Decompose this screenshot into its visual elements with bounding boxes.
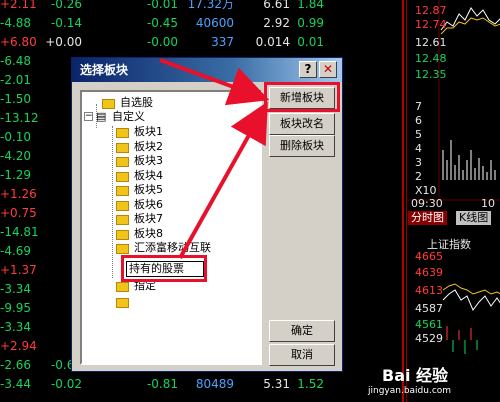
tree-label: 板块3 bbox=[134, 154, 163, 167]
index-tick-5: 4561 bbox=[415, 318, 443, 331]
close-button[interactable]: ✕ bbox=[319, 61, 337, 78]
cancel-button[interactable]: 取消 bbox=[269, 344, 335, 366]
chart-tabs: 分时图 K线图 bbox=[408, 211, 500, 225]
price-tick-1: 12.87 bbox=[415, 4, 447, 17]
vol-tick-5: 3 bbox=[415, 156, 422, 169]
vol-tick-3: 5 bbox=[415, 128, 422, 141]
quote-cell: 5.31 bbox=[263, 377, 290, 391]
block-tree[interactable]: 自选股 − ▤ 自定义 板块1 板块2 板块3 板块4 板块5 板块6 板块7 板块8 汇添富移… bbox=[80, 90, 262, 365]
help-button[interactable]: ? bbox=[299, 61, 317, 78]
folder-icon bbox=[102, 99, 115, 109]
quote-cell: 80489 bbox=[195, 377, 234, 391]
folder-icon bbox=[116, 171, 129, 182]
minute-chart-panel: 12.87 12.74 12.61 12.48 12.35 7 6 5 4 3 … bbox=[406, 0, 500, 402]
price-tick-3: 12.61 bbox=[415, 36, 447, 49]
index-tick-1: 4665 bbox=[415, 250, 443, 263]
index-tick-2: 4639 bbox=[415, 266, 443, 279]
folder-icon bbox=[116, 282, 129, 292]
stack-icon: ▤ bbox=[96, 110, 107, 123]
dialog-titlebar[interactable]: 选择板块 ? ✕ bbox=[72, 58, 342, 82]
quote-cell: -0.02 bbox=[50, 377, 82, 391]
baidu-watermark: Bai 经验 bbox=[382, 366, 449, 385]
folder-icon bbox=[116, 298, 129, 308]
quote-cell: 1.52 bbox=[297, 377, 324, 391]
folder-icon bbox=[116, 229, 129, 240]
rename-block-button[interactable]: 板块改名 bbox=[269, 113, 335, 135]
highlight-edit-field bbox=[121, 255, 207, 282]
tree-label: 板块6 bbox=[134, 197, 163, 211]
folder-icon bbox=[116, 157, 129, 167]
tab-minute-chart[interactable]: 分时图 bbox=[408, 211, 447, 225]
time-next: 10 bbox=[481, 197, 495, 210]
delete-block-button[interactable]: 删除板块 bbox=[269, 135, 335, 157]
quote-row[interactable]: -3.44 -0.02 -0.81 80489 5.31 1.52 bbox=[0, 372, 404, 396]
tree-label: 板块4 bbox=[134, 168, 163, 182]
folder-icon bbox=[116, 186, 129, 196]
folder-icon bbox=[116, 142, 129, 153]
collapse-icon[interactable]: − bbox=[84, 112, 93, 121]
highlight-new-block bbox=[264, 82, 340, 112]
tree-label: 汇添富移动互联 bbox=[134, 241, 211, 254]
tree-label: 自定义 bbox=[112, 110, 145, 123]
index-tick-3: 4613 bbox=[415, 284, 443, 297]
vol-tick-2: 6 bbox=[415, 114, 422, 127]
tree-label: 板块5 bbox=[134, 183, 163, 196]
vol-tick-6: 2 bbox=[415, 170, 422, 183]
baidu-watermark-url: jingyan.baidu.com bbox=[368, 386, 452, 396]
tree-connector-children bbox=[112, 126, 114, 278]
dialog-title: 选择板块 bbox=[80, 63, 129, 77]
tree-label: 板块8 bbox=[134, 226, 163, 240]
folder-icon bbox=[116, 244, 129, 254]
tree-label: 板块2 bbox=[134, 139, 163, 153]
folder-icon bbox=[116, 128, 129, 138]
panel-divider bbox=[402, 0, 404, 402]
time-start: 09:30 bbox=[411, 197, 443, 210]
index-tick-6: 4529 bbox=[415, 332, 443, 345]
price-tick-2: 12.74 bbox=[415, 18, 447, 31]
price-tick-5: 12.35 bbox=[415, 68, 447, 81]
ok-button[interactable]: 确定 bbox=[269, 320, 335, 342]
tree-label: 自选股 bbox=[120, 96, 153, 109]
vol-tick-1: 7 bbox=[415, 100, 422, 113]
vol-tick-4: 4 bbox=[415, 142, 422, 155]
folder-icon bbox=[116, 200, 129, 211]
volume-multiplier: X10 bbox=[415, 184, 437, 197]
folder-icon bbox=[116, 215, 129, 225]
tab-k-chart[interactable]: K线图 bbox=[456, 211, 492, 225]
tree-label: 板块1 bbox=[134, 125, 163, 138]
quote-cell: -0.81 bbox=[146, 377, 178, 391]
quote-cell: -3.44 bbox=[0, 377, 32, 391]
index-tick-4: 4587 bbox=[415, 302, 443, 315]
tree-label: 板块7 bbox=[134, 212, 163, 225]
price-tick-4: 12.48 bbox=[415, 52, 447, 65]
